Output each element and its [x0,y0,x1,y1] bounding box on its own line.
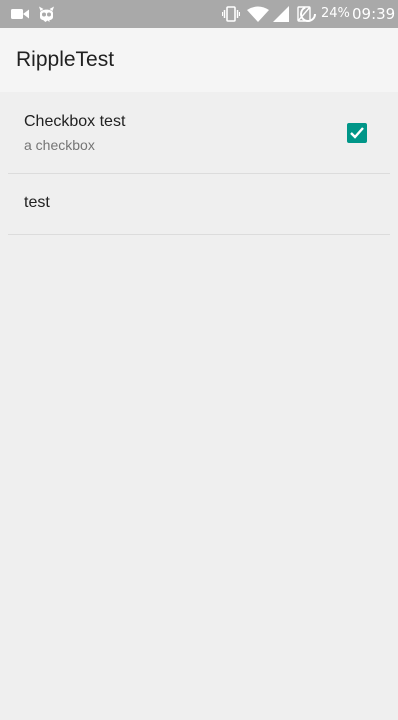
wifi-icon [246,0,270,28]
preference-summary: a checkbox [24,137,95,153]
cyanogen-mascot-icon [36,0,56,28]
battery-charging-icon [297,0,319,28]
vibrate-icon [221,0,241,28]
app-bar: RippleTest [0,28,398,92]
video-camera-icon [10,0,30,28]
check-icon [350,127,364,139]
preference-checkbox-test[interactable]: Checkbox test a checkbox [0,92,398,173]
app-title: RippleTest [16,48,115,71]
battery-percent: 24% [321,6,350,21]
status-bar: 24% 09:39 [0,0,398,28]
preference-list: Checkbox test a checkbox test [0,92,398,720]
preference-title: Checkbox test [24,113,126,130]
list-divider [8,234,390,235]
preference-title: test [24,194,50,211]
cellular-signal-icon [271,0,291,28]
checkbox-checked[interactable] [347,123,367,143]
preference-test[interactable]: test [0,174,398,234]
status-time: 09:39 [352,5,396,23]
